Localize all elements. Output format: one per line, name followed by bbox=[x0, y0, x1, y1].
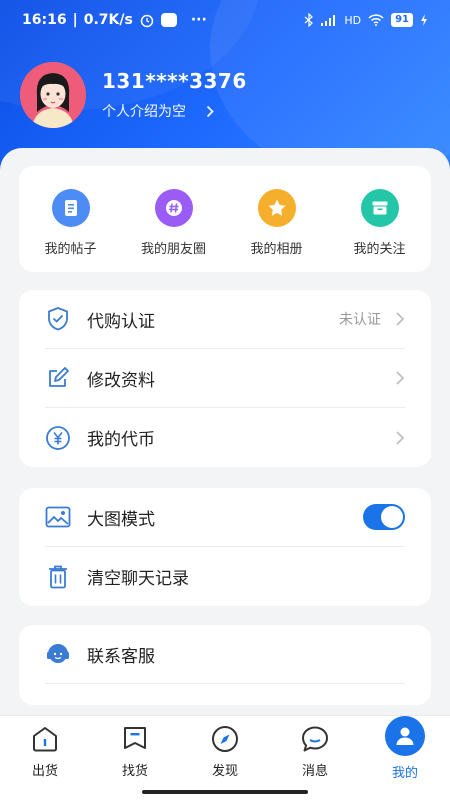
tab-label: 消息 bbox=[301, 764, 328, 779]
headset-icon bbox=[45, 641, 71, 667]
wechat-icon bbox=[160, 13, 177, 27]
large-image-toggle[interactable] bbox=[363, 504, 405, 530]
document-icon bbox=[51, 189, 90, 227]
quick-my-album[interactable]: 我的相册 bbox=[225, 166, 328, 272]
signal-icon bbox=[321, 15, 336, 26]
wifi-icon bbox=[368, 14, 384, 26]
quick-label: 我的朋友圈 bbox=[140, 242, 206, 257]
tab-ship[interactable]: 出货 bbox=[0, 716, 90, 800]
image-icon bbox=[45, 504, 71, 530]
account-card: 代购认证 未认证 修改资料 我的代币 bbox=[19, 290, 431, 467]
tab-label: 我的 bbox=[391, 766, 418, 781]
quick-label: 我的相册 bbox=[250, 242, 303, 257]
row-label: 我的代币 bbox=[87, 430, 155, 450]
row-my-tokens[interactable]: 我的代币 bbox=[45, 408, 405, 467]
row-purchase-verification[interactable]: 代购认证 未认证 bbox=[45, 290, 405, 349]
chat-icon bbox=[302, 726, 328, 752]
shield-check-icon bbox=[45, 306, 71, 332]
bookmark-icon bbox=[124, 727, 146, 749]
tab-messages[interactable]: 消息 bbox=[270, 716, 360, 800]
quick-label: 我的帖子 bbox=[44, 242, 97, 257]
row-contact-support[interactable]: 联系客服 bbox=[45, 625, 405, 684]
chevron-right-icon bbox=[396, 312, 405, 326]
chevron-right-icon bbox=[396, 371, 405, 385]
tab-discover[interactable]: 发现 bbox=[180, 716, 270, 800]
row-edit-profile[interactable]: 修改资料 bbox=[45, 349, 405, 408]
quick-my-posts[interactable]: 我的帖子 bbox=[19, 166, 122, 272]
trash-icon bbox=[45, 564, 71, 590]
quick-my-follows[interactable]: 我的关注 bbox=[328, 166, 431, 272]
tab-find-goods[interactable]: 找货 bbox=[90, 716, 180, 800]
chevron-right-icon bbox=[206, 105, 214, 117]
bottom-tab-bar: 出货 找货 发现 消息 我的 bbox=[0, 715, 450, 800]
alarm-icon bbox=[140, 14, 154, 28]
tab-label: 发现 bbox=[211, 764, 238, 779]
user-icon bbox=[385, 716, 425, 756]
row-large-image-mode: 大图模式 bbox=[45, 488, 405, 547]
hd-signal-label: HD bbox=[344, 13, 362, 27]
chevron-right-icon bbox=[396, 430, 405, 445]
user-phone: 131****3376 bbox=[102, 69, 247, 93]
status-net-speed: 0.7K/s bbox=[83, 12, 133, 28]
coin-icon bbox=[45, 425, 71, 451]
edit-icon bbox=[45, 365, 71, 391]
home-indicator bbox=[142, 790, 308, 794]
star-icon bbox=[257, 189, 296, 227]
quick-label: 我的关注 bbox=[353, 242, 406, 257]
status-time: 16:16 bbox=[22, 12, 67, 28]
tab-label: 出货 bbox=[31, 764, 58, 779]
support-card: 联系客服 bbox=[19, 625, 431, 705]
tab-mine[interactable]: 我的 bbox=[360, 716, 450, 800]
profile-section[interactable]: 131****3376 个人介绍为空 bbox=[20, 62, 247, 128]
row-label: 清空聊天记录 bbox=[87, 569, 189, 589]
tab-label: 找货 bbox=[121, 764, 148, 779]
row-label: 联系客服 bbox=[87, 646, 155, 667]
home-icon bbox=[33, 727, 57, 752]
user-bio-text: 个人介绍为空 bbox=[102, 104, 186, 120]
quick-my-moments[interactable]: 我的朋友圈 bbox=[122, 166, 225, 272]
quick-actions-card: 我的帖子 我的朋友圈 我的相册 我的关注 bbox=[19, 166, 431, 272]
compass-icon bbox=[212, 726, 238, 752]
battery-indicator: 91 bbox=[391, 13, 413, 27]
settings-card: 大图模式 清空聊天记录 bbox=[19, 488, 431, 606]
hashtag-icon bbox=[154, 189, 193, 227]
bluetooth-icon bbox=[304, 13, 314, 27]
charging-icon bbox=[421, 14, 427, 26]
row-label: 代购认证 bbox=[87, 311, 155, 332]
row-label: 修改资料 bbox=[87, 370, 155, 391]
row-clear-chat[interactable]: 清空聊天记录 bbox=[45, 547, 405, 606]
main-content: 我的帖子 我的朋友圈 我的相册 我的关注 代购认证 未认证 修改资料 我的代币 … bbox=[0, 148, 450, 718]
verification-status: 未认证 bbox=[339, 312, 381, 328]
archive-icon bbox=[360, 189, 399, 227]
user-bio-link[interactable]: 个人介绍为空 bbox=[102, 101, 247, 121]
row-label: 大图模式 bbox=[87, 509, 155, 530]
status-bar: 16:16 | 0.7K/s ··· HD 91 bbox=[0, 0, 450, 40]
more-dots: ··· bbox=[190, 12, 207, 28]
avatar[interactable] bbox=[20, 62, 86, 128]
